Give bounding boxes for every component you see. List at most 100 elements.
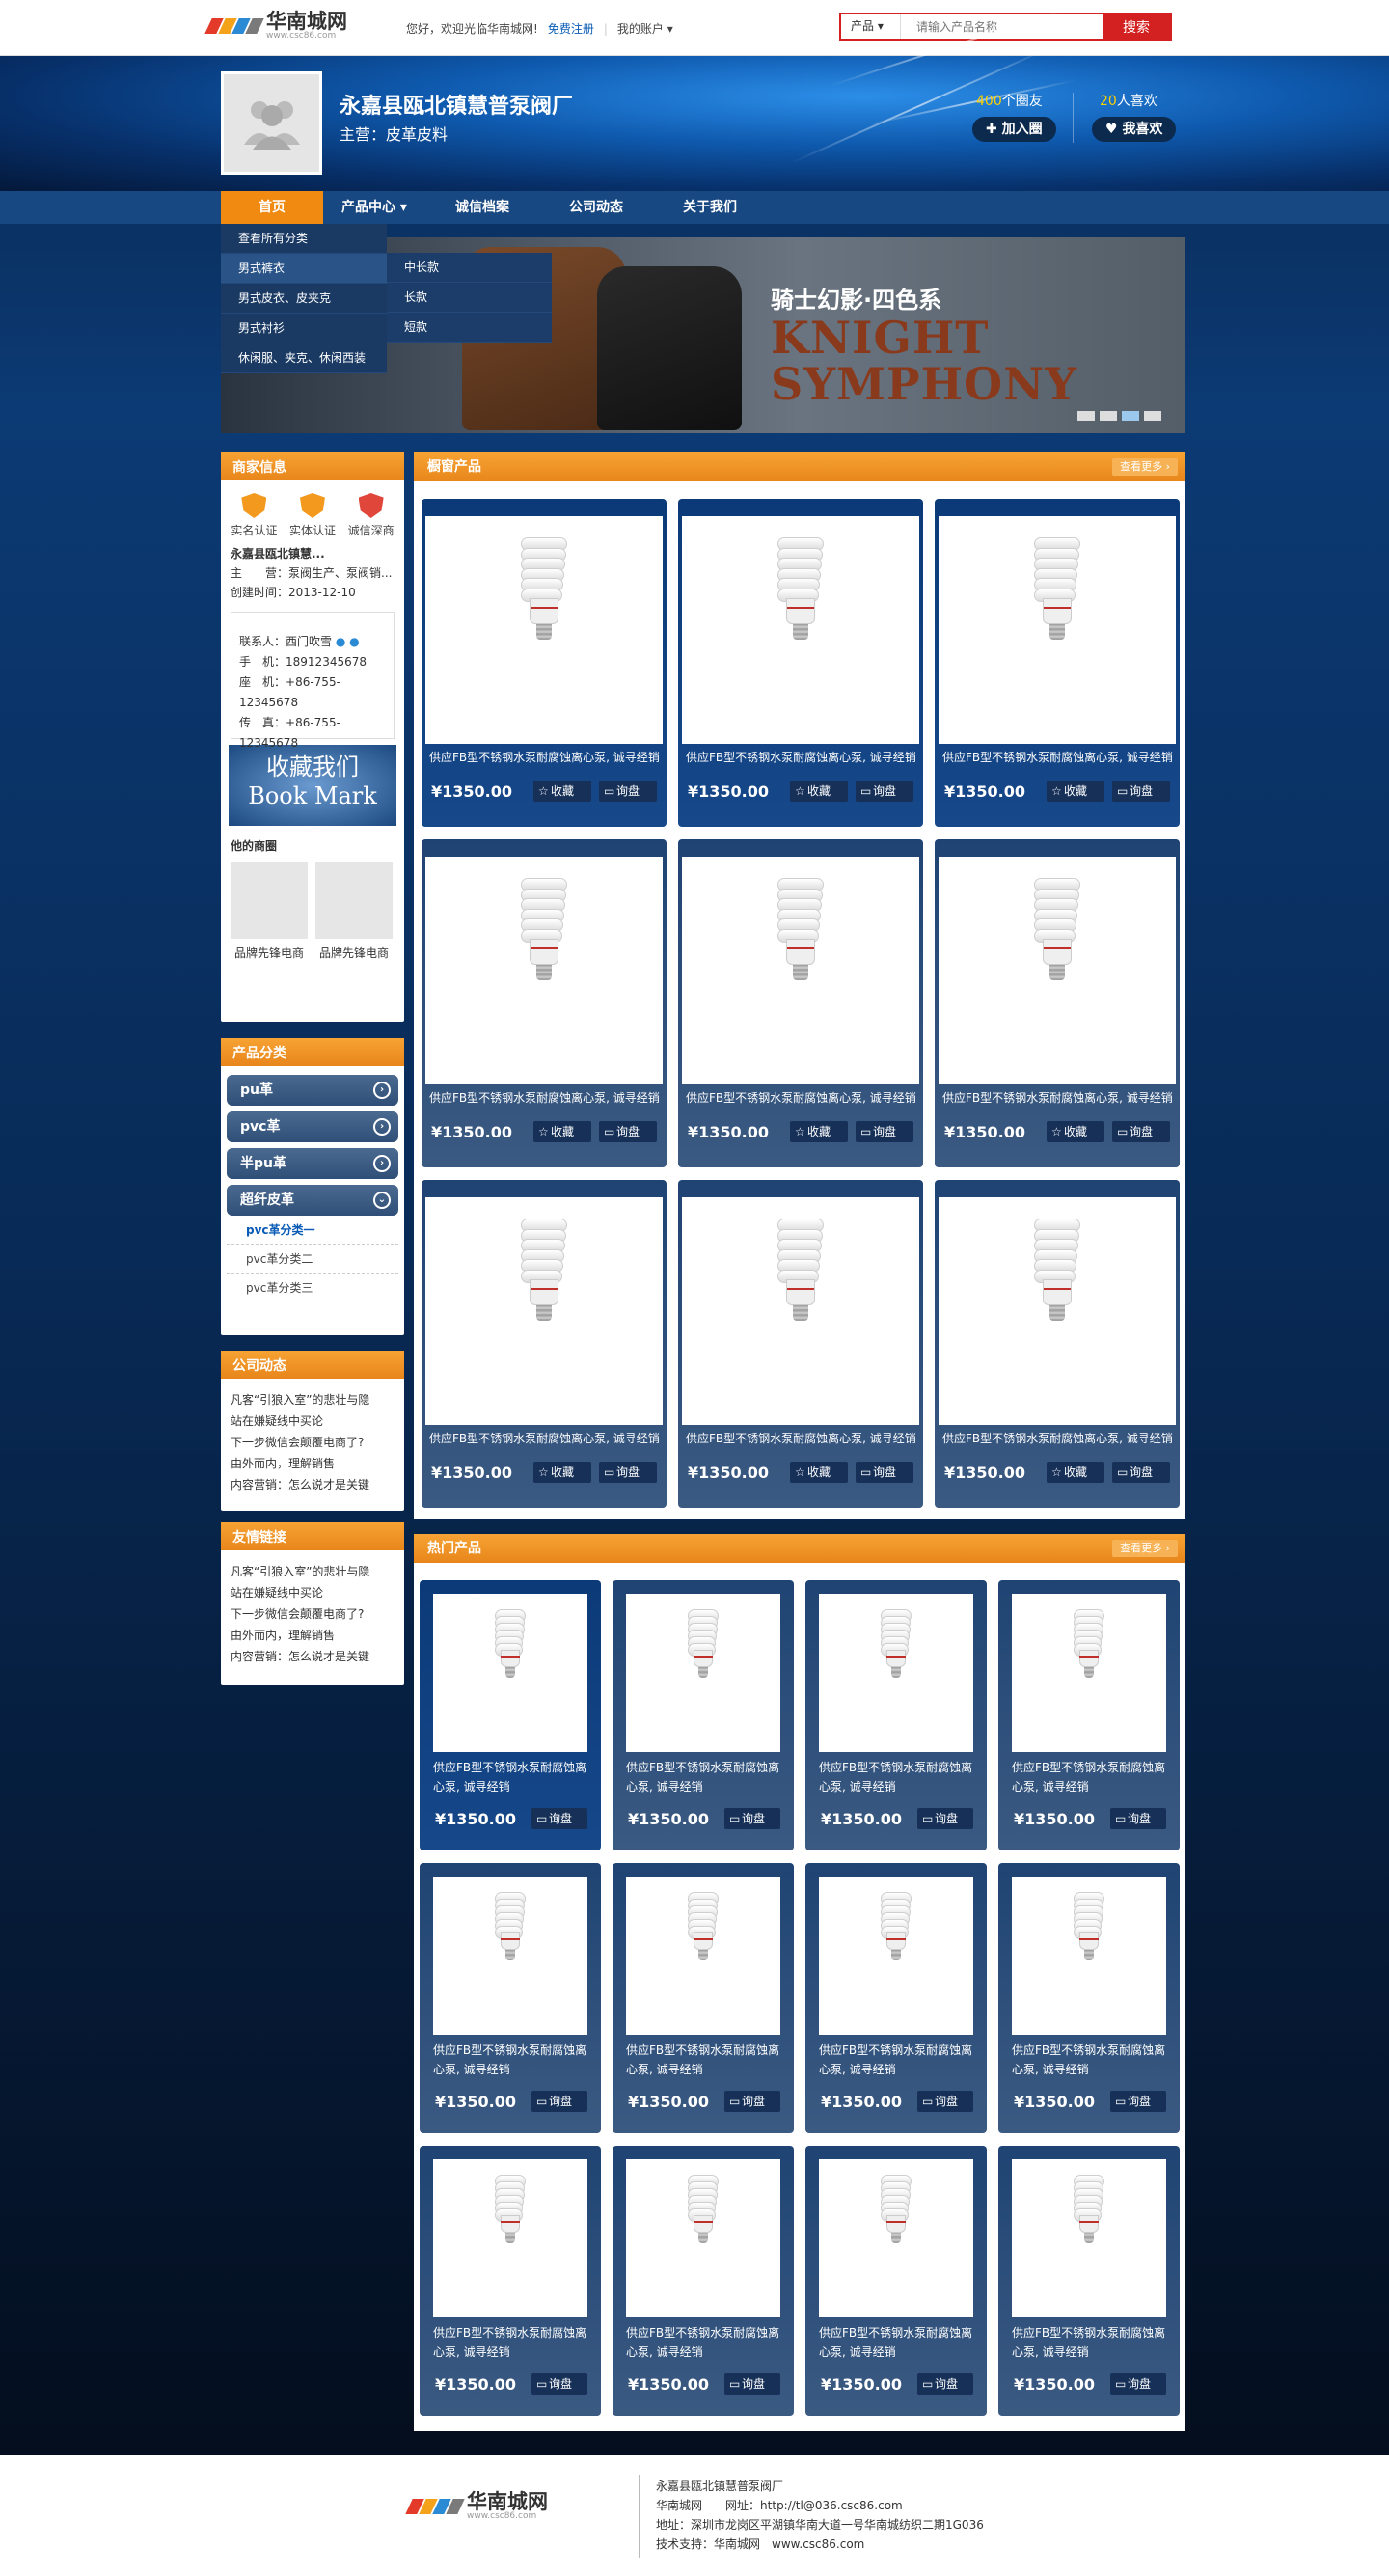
product-title[interactable]: 供应FB型不锈钢水泵耐腐蚀离心泵, 诚寻经销 (626, 1758, 784, 1796)
footer-url[interactable]: http://tl@036.csc86.com (760, 2499, 903, 2512)
product-image[interactable] (433, 1594, 587, 1752)
inquiry-button[interactable]: ▭ 询盘 (724, 2091, 780, 2112)
dropdown-item[interactable]: 长款 (387, 283, 552, 313)
product-card[interactable]: 供应FB型不锈钢水泵耐腐蚀离心泵, 诚寻经销 ¥1350.00 ☆ 收藏 ▭ 询盘 (678, 499, 923, 827)
inquiry-button[interactable]: ▭ 询盘 (531, 2091, 587, 2112)
hot-product-card[interactable]: 供应FB型不锈钢水泵耐腐蚀离心泵, 诚寻经销 ¥1350.00 ▭ 询盘 (998, 1863, 1180, 2133)
bookmark-button[interactable]: 收藏我们 Book Mark (229, 745, 396, 826)
product-title[interactable]: 供应FB型不锈钢水泵耐腐蚀离心泵, 诚寻经销 (626, 2041, 784, 2079)
inquiry-button[interactable]: ▭ 询盘 (1112, 781, 1170, 802)
category-item[interactable]: pu革 › (227, 1075, 398, 1106)
product-image[interactable] (433, 1877, 587, 2035)
inquiry-button[interactable]: ▭ 询盘 (599, 1462, 657, 1483)
inquiry-button[interactable]: ▭ 询盘 (856, 1462, 913, 1483)
product-card[interactable]: 供应FB型不锈钢水泵耐腐蚀离心泵, 诚寻经销 ¥1350.00 ☆ 收藏 ▭ 询盘 (678, 1180, 923, 1508)
product-title[interactable]: 供应FB型不锈钢水泵耐腐蚀离心泵, 诚寻经销 (686, 1429, 917, 1448)
category-item[interactable]: 超纤皮革 ⌄ (227, 1185, 398, 1216)
inquiry-button[interactable]: ▭ 询盘 (599, 781, 657, 802)
circle-item[interactable]: 品牌先锋电商 (315, 862, 393, 961)
product-image[interactable] (819, 2159, 973, 2317)
product-image[interactable] (819, 1877, 973, 2035)
favorite-button[interactable]: ☆ 收藏 (1047, 1121, 1104, 1142)
favorite-button[interactable]: ☆ 收藏 (1047, 1462, 1104, 1483)
product-image[interactable] (626, 1594, 780, 1752)
link-item[interactable]: 凡客“引狼入室”的悲壮与隐 (231, 1561, 395, 1582)
hot-product-card[interactable]: 供应FB型不锈钢水泵耐腐蚀离心泵, 诚寻经销 ¥1350.00 ▭ 询盘 (998, 1580, 1180, 1850)
inquiry-button[interactable]: ▭ 询盘 (1112, 1121, 1170, 1142)
product-title[interactable]: 供应FB型不锈钢水泵耐腐蚀离心泵, 诚寻经销 (686, 748, 917, 767)
inquiry-button[interactable]: ▭ 询盘 (1110, 2091, 1166, 2112)
product-title[interactable]: 供应FB型不锈钢水泵耐腐蚀离心泵, 诚寻经销 (433, 2041, 591, 2079)
product-image[interactable] (425, 857, 663, 1084)
product-card[interactable]: 供应FB型不锈钢水泵耐腐蚀离心泵, 诚寻经销 ¥1350.00 ☆ 收藏 ▭ 询盘 (935, 839, 1180, 1167)
hot-product-card[interactable]: 供应FB型不锈钢水泵耐腐蚀离心泵, 诚寻经销 ¥1350.00 ▭ 询盘 (805, 1863, 987, 2133)
link-item[interactable]: 由外而内，理解销售 (231, 1625, 395, 1646)
product-title[interactable]: 供应FB型不锈钢水泵耐腐蚀离心泵, 诚寻经销 (433, 2323, 591, 2362)
product-image[interactable] (433, 2159, 587, 2317)
product-image[interactable] (682, 516, 919, 744)
favorite-button[interactable]: ☆ 收藏 (790, 781, 848, 802)
product-title[interactable]: 供应FB型不锈钢水泵耐腐蚀离心泵, 诚寻经销 (429, 748, 661, 767)
chat-icon[interactable]: ● (349, 635, 359, 648)
product-title[interactable]: 供应FB型不锈钢水泵耐腐蚀离心泵, 诚寻经销 (626, 2323, 784, 2362)
product-title[interactable]: 供应FB型不锈钢水泵耐腐蚀离心泵, 诚寻经销 (686, 1088, 917, 1108)
product-image[interactable] (626, 1877, 780, 2035)
favorite-button[interactable]: ☆ 收藏 (790, 1462, 848, 1483)
inquiry-button[interactable]: ▭ 询盘 (917, 2373, 973, 2395)
carousel-dot[interactable] (1100, 411, 1117, 421)
product-title[interactable]: 供应FB型不锈钢水泵耐腐蚀离心泵, 诚寻经销 (819, 2323, 977, 2362)
product-card[interactable]: 供应FB型不锈钢水泵耐腐蚀离心泵, 诚寻经销 ¥1350.00 ☆ 收藏 ▭ 询盘 (678, 839, 923, 1167)
favorite-button[interactable]: ☆ 收藏 (533, 1462, 591, 1483)
carousel-dot[interactable] (1144, 411, 1161, 421)
hot-product-card[interactable]: 供应FB型不锈钢水泵耐腐蚀离心泵, 诚寻经销 ¥1350.00 ▭ 询盘 (613, 1580, 794, 1850)
inquiry-button[interactable]: ▭ 询盘 (1112, 1462, 1170, 1483)
category-item[interactable]: 半pu革 › (227, 1148, 398, 1179)
dropdown-item[interactable]: 查看所有分类 (221, 224, 387, 254)
product-title[interactable]: 供应FB型不锈钢水泵耐腐蚀离心泵, 诚寻经销 (1012, 1758, 1170, 1796)
dropdown-item[interactable]: 男式衬衫 (221, 314, 387, 343)
product-title[interactable]: 供应FB型不锈钢水泵耐腐蚀离心泵, 诚寻经销 (1012, 2323, 1170, 2362)
product-image[interactable] (939, 1197, 1176, 1425)
subcategory-item[interactable]: pvc革分类一 (227, 1216, 398, 1245)
hot-product-card[interactable]: 供应FB型不锈钢水泵耐腐蚀离心泵, 诚寻经销 ¥1350.00 ▭ 询盘 (420, 1580, 601, 1850)
join-circle-button[interactable]: ✚ 加入圈 (972, 117, 1056, 142)
nav-about[interactable]: 关于我们 (653, 191, 767, 224)
link-item[interactable]: 内容营销：怎么说才是关键 (231, 1646, 395, 1667)
product-card[interactable]: 供应FB型不锈钢水泵耐腐蚀离心泵, 诚寻经销 ¥1350.00 ☆ 收藏 ▭ 询盘 (935, 1180, 1180, 1508)
hot-product-card[interactable]: 供应FB型不锈钢水泵耐腐蚀离心泵, 诚寻经销 ¥1350.00 ▭ 询盘 (613, 1863, 794, 2133)
inquiry-button[interactable]: ▭ 询盘 (531, 2373, 587, 2395)
category-item[interactable]: pvc革 › (227, 1111, 398, 1142)
favorite-button[interactable]: ☆ 收藏 (533, 1121, 591, 1142)
product-title[interactable]: 供应FB型不锈钢水泵耐腐蚀离心泵, 诚寻经销 (1012, 2041, 1170, 2079)
account-menu[interactable]: 我的账户 ▾ (617, 20, 673, 37)
circle-item[interactable]: 品牌先锋电商 (231, 862, 308, 961)
product-image[interactable] (425, 1197, 663, 1425)
view-more-link[interactable]: 查看更多 › (1112, 1540, 1178, 1557)
inquiry-button[interactable]: ▭ 询盘 (531, 1808, 587, 1829)
news-item[interactable]: 由外而内，理解销售 (231, 1453, 395, 1474)
product-card[interactable]: 供应FB型不锈钢水泵耐腐蚀离心泵, 诚寻经销 ¥1350.00 ☆ 收藏 ▭ 询盘 (422, 1180, 667, 1508)
footer-logo[interactable]: 华南城网 www.csc86.com (405, 2491, 548, 2521)
search-input[interactable] (901, 14, 1103, 39)
dropdown-item[interactable]: 男式裤衣 (221, 254, 387, 284)
product-image[interactable] (425, 516, 663, 744)
product-title[interactable]: 供应FB型不锈钢水泵耐腐蚀离心泵, 诚寻经销 (429, 1088, 661, 1108)
nav-news[interactable]: 公司动态 (539, 191, 653, 224)
nav-products[interactable]: 产品中心 ▾ (323, 191, 425, 224)
carousel-dot[interactable] (1122, 411, 1139, 421)
inquiry-button[interactable]: ▭ 询盘 (917, 1808, 973, 1829)
product-title[interactable]: 供应FB型不锈钢水泵耐腐蚀离心泵, 诚寻经销 (942, 748, 1174, 767)
product-image[interactable] (682, 857, 919, 1084)
carousel-dot[interactable] (1077, 411, 1095, 421)
inquiry-button[interactable]: ▭ 询盘 (724, 2373, 780, 2395)
search-button[interactable]: 搜索 (1103, 14, 1170, 39)
search-category-select[interactable]: 产品 ▾ (841, 14, 901, 39)
product-card[interactable]: 供应FB型不锈钢水泵耐腐蚀离心泵, 诚寻经销 ¥1350.00 ☆ 收藏 ▭ 询盘 (422, 839, 667, 1167)
news-item[interactable]: 下一步微信会颠覆电商了? (231, 1432, 395, 1453)
product-title[interactable]: 供应FB型不锈钢水泵耐腐蚀离心泵, 诚寻经销 (942, 1088, 1174, 1108)
product-image[interactable] (626, 2159, 780, 2317)
product-image[interactable] (682, 1197, 919, 1425)
link-item[interactable]: 站在嫌疑线中买论 (231, 1582, 395, 1603)
like-button[interactable]: ♥ 我喜欢 (1092, 117, 1177, 142)
hot-product-card[interactable]: 供应FB型不锈钢水泵耐腐蚀离心泵, 诚寻经销 ¥1350.00 ▭ 询盘 (998, 2146, 1180, 2416)
